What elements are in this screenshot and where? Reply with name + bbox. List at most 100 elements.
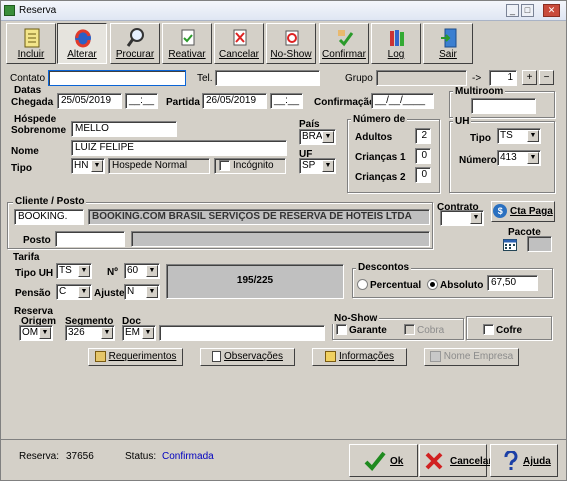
rate-n-select[interactable]: 60 ▼ (124, 263, 160, 279)
country-select[interactable]: BRA ▼ (299, 129, 336, 145)
chevron-down-icon: ▼ (322, 160, 334, 172)
charge-label: Cobra (417, 325, 445, 336)
percent-radio[interactable] (357, 279, 368, 290)
percent-label: Percentual (370, 280, 422, 291)
ok-button[interactable]: Ok (349, 444, 418, 477)
company-name-button[interactable]: Nome Empresa (424, 348, 519, 366)
checkmark-icon (364, 451, 386, 471)
origin-select[interactable]: OM ▼ (19, 325, 53, 341)
doc-input[interactable] (159, 325, 325, 341)
group-minus-button[interactable]: − (539, 70, 554, 85)
status-label: Status: (125, 451, 157, 462)
checkout-time-input[interactable]: __:__ (270, 93, 303, 109)
absolute-radio[interactable] (427, 279, 438, 290)
children1-input[interactable]: 0 (415, 148, 431, 164)
checkin-time-input[interactable]: __:__ (125, 93, 158, 109)
contact-input[interactable] (48, 70, 186, 86)
guest-type-value: HN (74, 160, 89, 171)
alterar-button[interactable]: Alterar (57, 23, 107, 64)
guarantee-checkbox[interactable] (336, 324, 347, 335)
close-button[interactable]: ✕ (543, 4, 560, 17)
info-icon (324, 350, 336, 362)
minimize-button[interactable]: _ (506, 4, 519, 17)
chevron-down-icon: ▼ (527, 152, 539, 164)
state-value: SP (302, 160, 316, 171)
pension-select[interactable]: C ▼ (56, 284, 92, 300)
rate-n-label: Nº (107, 267, 118, 278)
post-code-input[interactable] (55, 231, 125, 247)
surname-input[interactable]: MELLO (71, 121, 177, 137)
discounts-title: Descontos (356, 262, 412, 273)
cancelar-toolbar-button[interactable]: Cancelar (214, 23, 264, 64)
rate-display: 195/225 (166, 264, 344, 299)
chevron-down-icon: ▼ (101, 327, 113, 339)
uh-type-select[interactable]: TS ▼ (497, 128, 541, 144)
window-title: Reserva (19, 5, 57, 16)
children2-input[interactable]: 0 (415, 167, 431, 183)
help-button[interactable]: Ajuda (490, 444, 558, 477)
checkin-date-input[interactable]: 25/05/2019 (57, 93, 122, 109)
reservation-window: Reserva _ □ ✕ Incluir Alterar Procurar R… (0, 0, 567, 481)
guest-type-desc: Hospede Normal (108, 158, 210, 174)
doc-type-select[interactable]: EM ▼ (122, 325, 156, 341)
checkout-date-input[interactable]: 26/05/2019 (202, 93, 267, 109)
segment-select[interactable]: 326 ▼ (65, 325, 115, 341)
tel-input[interactable] (215, 70, 320, 86)
adults-input[interactable]: 2 (415, 128, 431, 144)
calendar-icon[interactable] (503, 239, 517, 251)
chevron-down-icon: ▼ (39, 327, 51, 339)
charge-checkbox[interactable] (404, 324, 415, 335)
reativar-button[interactable]: Reativar (162, 23, 212, 64)
adjust-label: Ajuste (94, 288, 125, 299)
tel-label: Tel. (197, 73, 213, 84)
children1-label: Crianças 1 (355, 152, 406, 163)
guest-section-title: Hóspede (14, 114, 57, 125)
maximize-button[interactable]: □ (521, 4, 534, 17)
reactivate-icon (181, 29, 195, 46)
name-input[interactable]: LUIZ FELIPE (71, 140, 287, 156)
incognito-checkbox[interactable] (219, 160, 230, 171)
information-button[interactable]: Informações (312, 348, 407, 366)
uh-number-select[interactable]: 413 ▼ (497, 150, 541, 166)
log-button[interactable]: Log (371, 23, 421, 64)
surname-label: Sobrenome (11, 125, 67, 136)
observations-button[interactable]: Observações (200, 348, 295, 366)
requirements-label: Requerimentos (108, 351, 177, 362)
multiroom-input[interactable] (471, 98, 536, 114)
ok-label: Ok (390, 456, 404, 467)
group-plus-button[interactable]: + (522, 70, 537, 85)
client-code-input[interactable]: BOOKING. (14, 209, 84, 225)
alterar-label: Alterar (67, 49, 97, 60)
group-input[interactable] (376, 70, 467, 86)
uh-number-value: 413 (500, 152, 517, 163)
confirm-date-input[interactable]: __/__/____ (371, 93, 434, 109)
incognito-label: Incógnito (233, 160, 274, 171)
rate-uh-type-select[interactable]: TS ▼ (56, 263, 92, 279)
adjust-select[interactable]: N ▼ (124, 284, 160, 300)
procurar-button[interactable]: Procurar (110, 23, 160, 64)
reserve-label: Reserva: (19, 451, 60, 462)
group-count[interactable]: 1 (489, 70, 517, 86)
sair-button[interactable]: Sair (423, 23, 473, 64)
safe-checkbox[interactable] (483, 324, 494, 335)
noshow-button[interactable]: No-Show (266, 23, 316, 64)
cta-paga-button[interactable]: $ Cta Paga (491, 201, 555, 222)
contract-select[interactable]: ▼ (440, 210, 484, 226)
guest-type-label: Tipo (11, 163, 32, 174)
requirements-button[interactable]: Requerimentos (88, 348, 183, 366)
chevron-down-icon: ▼ (146, 265, 158, 277)
incluir-button[interactable]: Incluir (6, 23, 56, 64)
state-select[interactable]: SP ▼ (299, 158, 336, 174)
confirmar-button[interactable]: Confirmar (319, 23, 369, 64)
chevron-down-icon: ▼ (527, 130, 539, 142)
notepad-icon (24, 28, 40, 48)
discount-value-input[interactable]: 67,50 (487, 275, 538, 291)
cancel-button[interactable]: Cancelar (419, 444, 492, 477)
guest-type-select[interactable]: HN ▼ (71, 158, 105, 174)
question-mark-icon (504, 451, 518, 470)
app-icon (4, 5, 15, 16)
refresh-icon (75, 29, 91, 48)
document-icon (212, 350, 222, 362)
adults-label: Adultos (355, 132, 393, 143)
absolute-label: Absoluto (440, 280, 484, 291)
